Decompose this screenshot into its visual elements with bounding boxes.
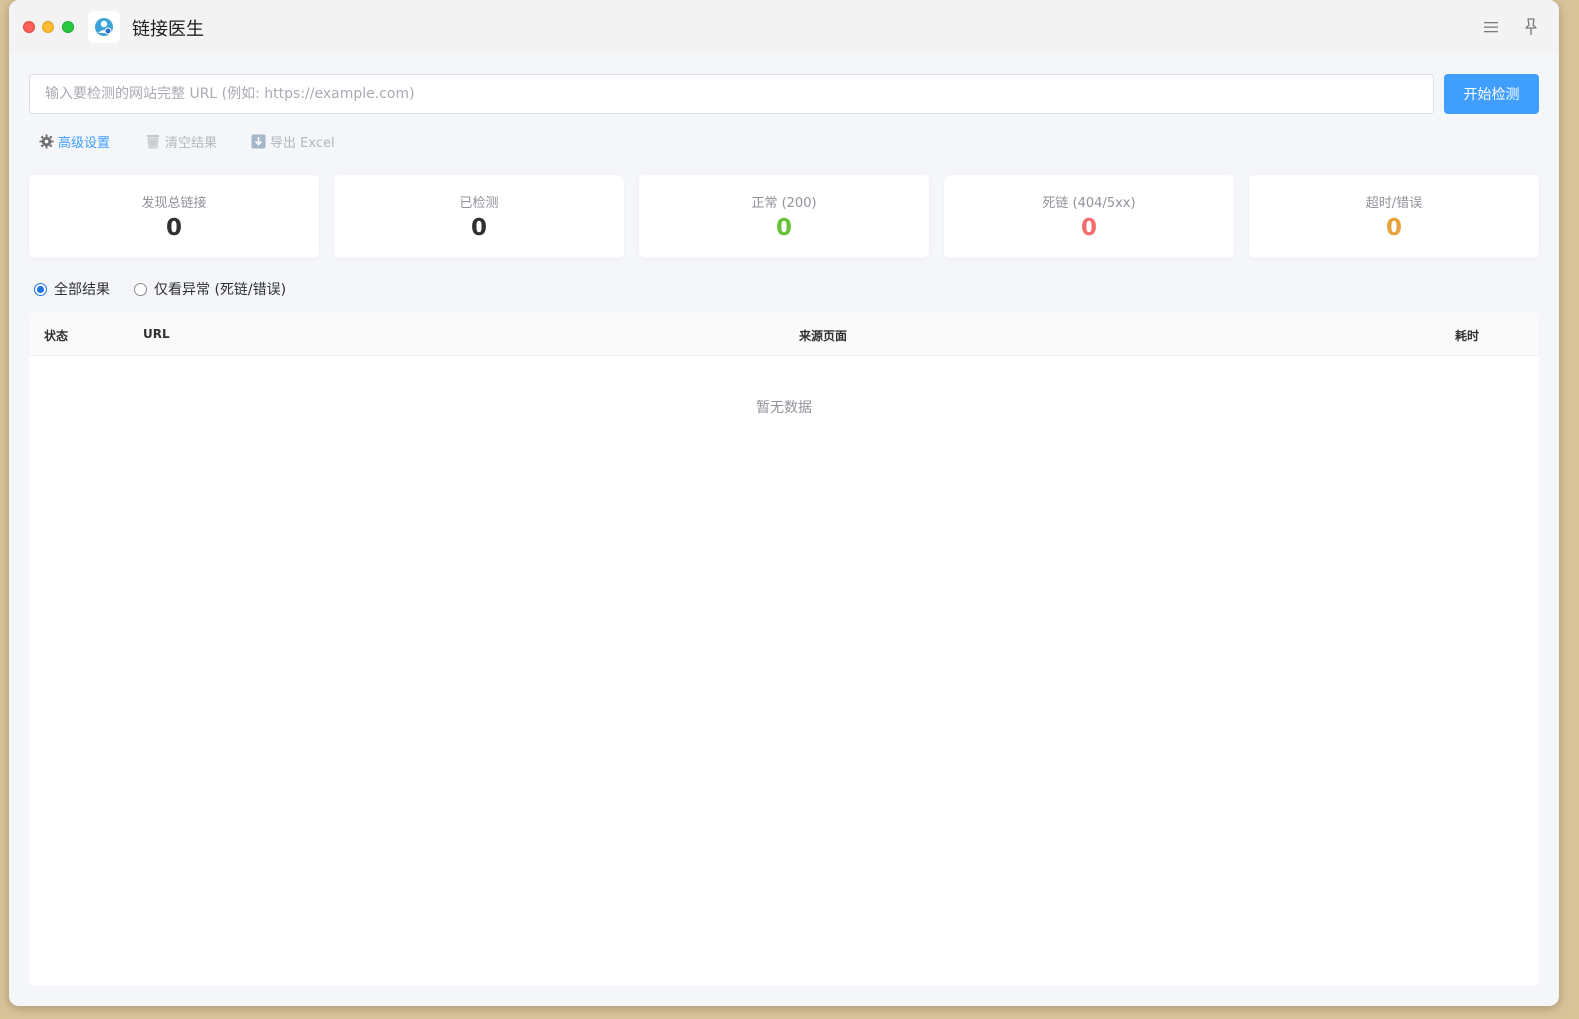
window-close-button[interactable] xyxy=(23,21,35,33)
stat-label: 死链 (404/5xx) xyxy=(1042,196,1136,211)
start-check-button[interactable]: 开始检测 xyxy=(1444,74,1539,114)
stat-label: 超时/错误 xyxy=(1365,196,1423,211)
pin-button[interactable] xyxy=(1518,14,1544,40)
stat-card-dead-links: 死链 (404/5xx) 0 xyxy=(944,175,1234,258)
menu-button[interactable] xyxy=(1478,14,1504,40)
stat-card-total-links: 发现总链接 0 xyxy=(29,175,319,258)
advanced-settings-label: 高级设置 xyxy=(58,135,111,151)
title-bar: 链接医生 xyxy=(9,0,1559,54)
export-excel-label: 导出 Excel xyxy=(270,135,335,151)
table-header: 状态 URL 来源页面 耗时 xyxy=(29,313,1539,356)
trash-icon xyxy=(145,133,161,149)
url-input[interactable] xyxy=(29,74,1434,114)
radio-indicator[interactable] xyxy=(134,282,147,296)
stat-label: 已检测 xyxy=(459,196,499,211)
advanced-settings-button[interactable]: 高级设置 xyxy=(38,131,110,151)
column-header-duration[interactable]: 耗时 xyxy=(1455,327,1479,344)
stat-label: 发现总链接 xyxy=(141,196,207,211)
app-logo-icon xyxy=(88,11,120,43)
menu-icon xyxy=(1484,22,1498,33)
pin-icon xyxy=(1525,18,1537,35)
stat-value: 0 xyxy=(775,215,792,241)
clear-results-label: 清空结果 xyxy=(165,135,218,151)
stat-label: 正常 (200) xyxy=(751,196,817,211)
clear-results-button[interactable]: 清空结果 xyxy=(145,131,217,151)
stat-card-ok: 正常 (200) 0 xyxy=(639,175,929,258)
gear-icon xyxy=(38,133,54,149)
stat-value: 0 xyxy=(1385,215,1402,241)
stat-value: 0 xyxy=(165,215,182,241)
filter-abnormal-only-radio[interactable]: 仅看异常 (死链/错误) xyxy=(134,279,286,299)
filter-abnormal-label: 仅看异常 (死链/错误) xyxy=(154,282,287,298)
results-table: 状态 URL 来源页面 耗时 暂无数据 xyxy=(29,313,1539,986)
filter-all-results-radio[interactable]: 全部结果 xyxy=(34,279,110,299)
app-window: 链接医生 开始检测 xyxy=(9,0,1559,1006)
app-title: 链接医生 xyxy=(132,19,204,40)
radio-indicator[interactable] xyxy=(34,282,47,296)
empty-state-text: 暂无数据 xyxy=(756,400,812,416)
window-maximize-button[interactable] xyxy=(62,21,74,33)
filter-all-label: 全部结果 xyxy=(54,282,110,298)
column-header-source-page[interactable]: 来源页面 xyxy=(799,327,847,344)
column-header-url[interactable]: URL xyxy=(143,327,170,341)
stat-value: 0 xyxy=(1080,215,1097,241)
download-icon xyxy=(250,133,266,149)
stat-card-checked: 已检测 0 xyxy=(334,175,624,258)
stat-card-timeout-errors: 超时/错误 0 xyxy=(1249,175,1539,258)
stat-value: 0 xyxy=(470,215,487,241)
export-excel-button[interactable]: 导出 Excel xyxy=(250,131,335,151)
column-header-status[interactable]: 状态 xyxy=(44,327,68,344)
window-minimize-button[interactable] xyxy=(42,21,54,33)
